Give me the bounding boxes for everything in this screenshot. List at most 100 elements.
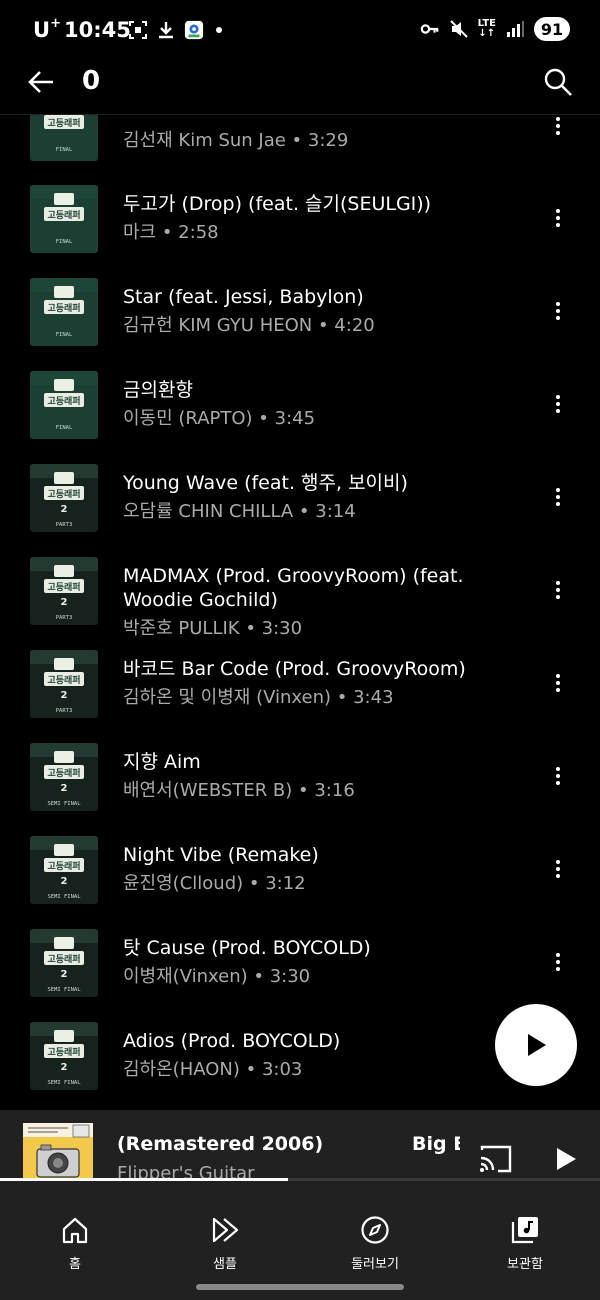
vpn-key-icon [420,19,440,39]
album-art: 고등래퍼 2 PART3 [30,464,98,532]
svg-text:고등래퍼: 고등래퍼 [47,953,80,965]
play-all-button[interactable] [495,1004,577,1086]
track-subtitle: 김선재 Kim Sun Jae • 3:29 [123,130,349,151]
more-vert-icon[interactable] [546,389,570,419]
more-vert-icon[interactable] [546,203,570,233]
album-art: 고등래퍼 2 PART3 [30,557,98,625]
track-title: 금의환향 [123,379,193,401]
maps-icon [184,20,204,40]
status-bar: U+ 10:45 LTE ↓↑ 91 [0,0,600,60]
track-subtitle: 김규헌 KIM GYU HEON • 4:20 [123,315,375,336]
svg-text:2: 2 [61,504,68,515]
more-vert-icon[interactable] [546,115,570,141]
svg-text:SEMI FINAL: SEMI FINAL [47,894,81,900]
album-art: 고등래퍼 2 PART3 [30,650,98,718]
album-art: 고등래퍼 2 SEMI FINAL [30,836,98,904]
gesture-bar [196,1284,404,1290]
bottom-nav: 홈 샘플 둘러보기 보관함 [0,1181,600,1300]
track-title: Adios (Prod. BOYCOLD) [123,1030,341,1052]
nav-library[interactable]: 보관함 [475,1215,575,1272]
library-icon [510,1215,540,1245]
track-row[interactable]: 고등래퍼 2 PART3 바코드 Bar Code (Prod. GroovyR… [0,650,600,743]
mini-player[interactable]: (Remastered 2006) Big B Flipper's Guitar [0,1110,600,1193]
track-title: 두고가 (Drop) (feat. 슬기(SEULGI)) [123,193,432,215]
track-subtitle: 배연서(WEBSTER B) • 3:16 [123,780,355,801]
track-title: Young Wave (feat. 행주, 보이비) [123,472,408,494]
mini-play-button[interactable] [553,1145,579,1173]
track-subtitle: 이병재(Vinxen) • 3:30 [123,966,311,987]
svg-text:고등래퍼: 고등래퍼 [47,767,80,779]
track-row[interactable]: 고등래퍼 2 PART3 Young Wave (feat. 행주, 보이비) … [0,464,600,557]
status-icons-right: LTE ↓↑ 91 [420,17,570,41]
page-title: 0 [82,66,101,96]
track-row[interactable]: 고등래퍼 2 SEMI FINAL Night Vibe (Remake) 윤진… [0,836,600,929]
more-vert-icon[interactable] [546,947,570,977]
play-icon [557,1148,576,1170]
download-icon [156,20,176,40]
nav-samples[interactable]: 샘플 [175,1215,275,1272]
svg-text:고등래퍼: 고등래퍼 [47,209,80,221]
more-vert-icon[interactable] [546,482,570,512]
mute-icon [449,19,469,39]
back-arrow-icon[interactable] [26,67,56,97]
play-icon [528,1034,546,1056]
cast-icon[interactable] [478,1144,512,1174]
nav-home[interactable]: 홈 [25,1215,125,1272]
explore-icon [360,1215,390,1245]
svg-text:PART3: PART3 [56,615,73,621]
nav-explore[interactable]: 둘러보기 [325,1215,425,1272]
track-row[interactable]: 고등래퍼 FINAL Star (feat. Jessi, Babylon) 김… [0,278,600,371]
track-row[interactable]: 고등래퍼 FINAL 김선재 Kim Sun Jae • 3:29 [0,115,600,186]
svg-text:고등래퍼: 고등래퍼 [47,860,80,872]
screenshot-icon [128,20,148,40]
svg-text:FINAL: FINAL [56,332,73,338]
nav-label: 둘러보기 [351,1257,399,1272]
nav-label: 보관함 [507,1257,543,1272]
now-playing-title: (Remastered 2006) [117,1133,324,1155]
svg-text:2: 2 [61,969,68,980]
svg-text:고등래퍼: 고등래퍼 [47,117,80,129]
carrier-label: U+ [33,16,61,42]
more-vert-icon[interactable] [546,296,570,326]
svg-text:PART3: PART3 [56,708,73,714]
svg-text:고등래퍼: 고등래퍼 [47,674,80,686]
track-title: MADMAX (Prod. GroovyRoom) (feat. Woodie … [123,565,464,611]
search-icon[interactable] [542,66,574,98]
track-row[interactable]: 고등래퍼 2 PART3 MADMAX (Prod. GroovyRoom) (… [0,557,600,650]
svg-text:고등래퍼: 고등래퍼 [47,302,80,314]
svg-text:SEMI FINAL: SEMI FINAL [47,801,81,807]
track-subtitle: 마크 • 2:58 [123,222,219,243]
svg-text:2: 2 [61,1062,68,1073]
more-vert-icon[interactable] [546,854,570,884]
signal-icon [505,19,525,39]
nav-label: 홈 [69,1257,81,1272]
track-title: Star (feat. Jessi, Babylon) [123,286,364,308]
svg-text:SEMI FINAL: SEMI FINAL [47,1080,81,1086]
svg-text:고등래퍼: 고등래퍼 [47,395,80,407]
track-subtitle: 김하온 및 이병재 (Vinxen) • 3:43 [123,687,394,708]
track-row[interactable]: 고등래퍼 2 SEMI FINAL 탓 Cause (Prod. BOYCOLD… [0,929,600,1022]
album-art: 고등래퍼 FINAL [30,185,98,253]
samples-icon [210,1215,240,1245]
more-vert-icon[interactable] [546,668,570,698]
track-title: 탓 Cause (Prod. BOYCOLD) [123,937,371,959]
track-list[interactable]: 고등래퍼 FINAL 김선재 Kim Sun Jae • 3:29 고등래퍼 F… [0,115,600,1110]
track-subtitle: 오담률 CHIN CHILLA • 3:14 [123,501,356,522]
more-vert-icon[interactable] [546,575,570,605]
svg-text:고등래퍼: 고등래퍼 [47,488,80,500]
svg-text:2: 2 [61,597,68,608]
more-vert-icon[interactable] [546,761,570,791]
track-title: Night Vibe (Remake) [123,844,319,866]
album-art: 고등래퍼 2 SEMI FINAL [30,929,98,997]
track-row[interactable]: 고등래퍼 FINAL 두고가 (Drop) (feat. 슬기(SEULGI))… [0,185,600,278]
track-title: 바코드 Bar Code (Prod. GroovyRoom) [123,658,466,680]
status-time: 10:45 [64,18,131,42]
svg-text:2: 2 [61,783,68,794]
svg-text:2: 2 [61,690,68,701]
track-row[interactable]: 고등래퍼 2 SEMI FINAL 지향 Aim 배연서(WEBSTER B) … [0,743,600,836]
track-subtitle: 김하온(HAON) • 3:03 [123,1059,303,1080]
svg-text:PART3: PART3 [56,522,73,528]
track-row[interactable]: 고등래퍼 FINAL 금의환향 이동민 (RAPTO) • 3:45 [0,371,600,464]
track-title: 지향 Aim [123,751,201,773]
album-art: 고등래퍼 2 SEMI FINAL [30,1022,98,1090]
